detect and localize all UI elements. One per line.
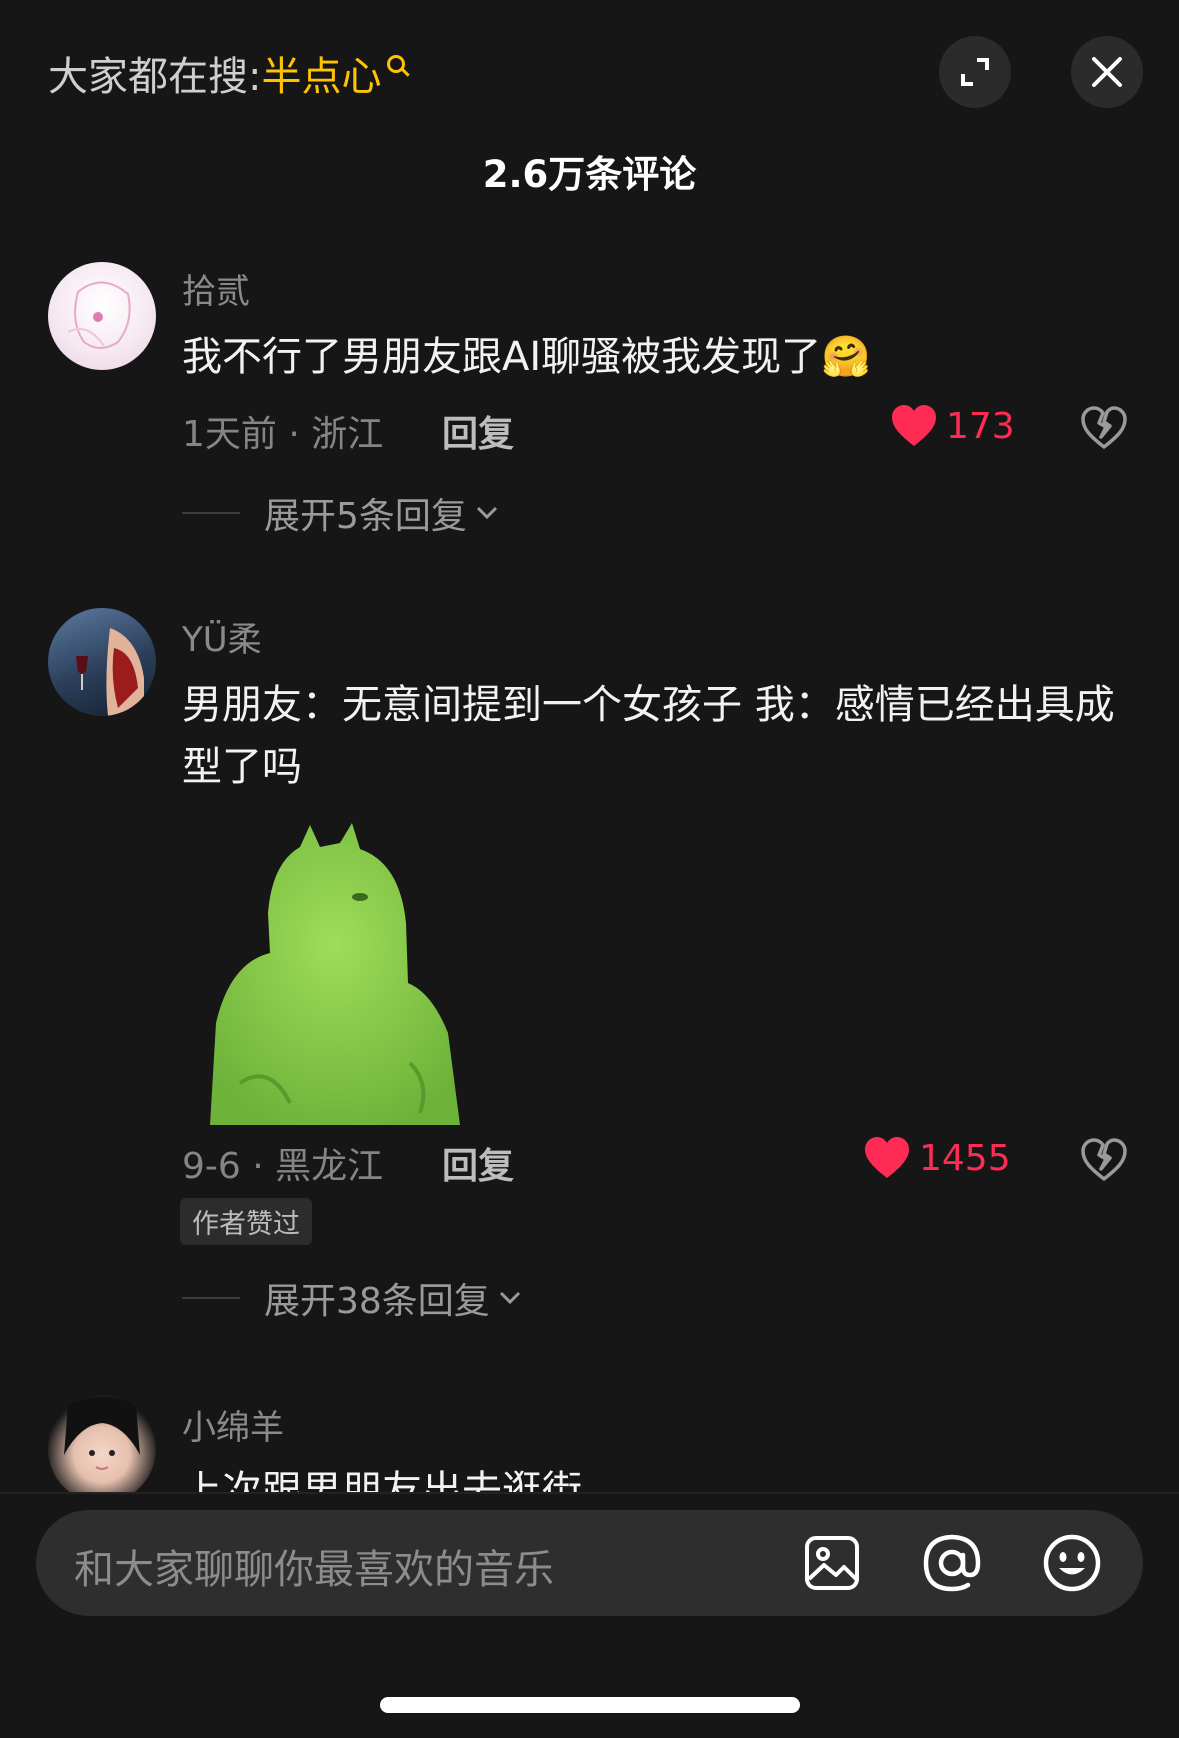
divider [0, 1492, 1179, 1494]
comment-item: 小绵羊 上次跟男朋友出去逛街 [0, 0, 1179, 1492]
image-icon [805, 1536, 859, 1590]
comment-text: 上次跟男朋友出去逛街 [182, 1468, 582, 1492]
username[interactable]: 小绵羊 [182, 1400, 284, 1449]
emoji-button[interactable] [1042, 1533, 1102, 1593]
comments-panel: 大家都在搜: 半点心 2.6万条评论 拾贰 我不行了男朋友跟AI聊骚被我发现了🤗… [0, 0, 1179, 1738]
emoji-icon [1043, 1534, 1101, 1592]
comment-input-placeholder: 和大家聊聊你最喜欢的音乐 [74, 1547, 554, 1593]
home-indicator[interactable] [380, 1697, 800, 1713]
avatar[interactable] [48, 1395, 156, 1492]
image-button[interactable] [802, 1533, 862, 1593]
comment-input[interactable]: 和大家聊聊你最喜欢的音乐 [36, 1510, 1143, 1616]
at-icon [923, 1534, 981, 1592]
mention-button[interactable] [922, 1533, 982, 1593]
